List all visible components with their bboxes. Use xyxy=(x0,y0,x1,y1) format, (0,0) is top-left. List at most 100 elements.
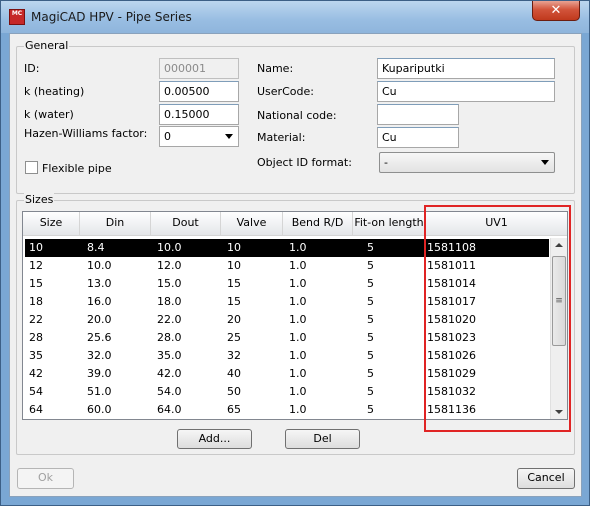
cell-valve: 10 xyxy=(227,259,241,272)
column-header-size[interactable]: Size xyxy=(23,212,80,235)
flexible-pipe-checkbox[interactable] xyxy=(25,161,38,174)
cell-size: 10 xyxy=(29,241,43,254)
cell-din: 8.4 xyxy=(87,241,105,254)
cell-fit-on-length: 5 xyxy=(367,313,374,326)
national-code-label: National code: xyxy=(257,109,337,122)
id-label: ID: xyxy=(24,62,40,75)
k-water-field[interactable]: 0.15000 xyxy=(159,104,239,125)
cell-din: 32.0 xyxy=(87,349,112,362)
object-id-format-value: - xyxy=(384,156,388,169)
national-code-field[interactable] xyxy=(377,104,459,125)
close-button[interactable]: ✕ xyxy=(532,1,580,21)
cell-fit-on-length: 5 xyxy=(367,349,374,362)
cell-size: 42 xyxy=(29,367,43,380)
general-group-label: General xyxy=(24,39,70,52)
dialog-client: General ID: 000001 k (heating) 0.00500 k… xyxy=(9,33,582,497)
cell-fit-on-length: 5 xyxy=(367,385,374,398)
hazen-williams-select[interactable]: 0 xyxy=(159,126,239,147)
cell-bend: 1.0 xyxy=(289,313,307,326)
cell-valve: 25 xyxy=(227,331,241,344)
window-title: MagiCAD HPV - Pipe Series xyxy=(31,10,192,24)
cell-size: 35 xyxy=(29,349,43,362)
material-field[interactable]: Cu xyxy=(377,127,459,148)
chevron-down-icon xyxy=(225,134,233,139)
k-heating-field[interactable]: 0.00500 xyxy=(159,81,239,102)
column-header-dout[interactable]: Dout xyxy=(151,212,221,235)
cell-valve: 20 xyxy=(227,313,241,326)
cell-dout: 22.0 xyxy=(157,313,182,326)
material-label: Material: xyxy=(257,131,306,144)
hazen-williams-value: 0 xyxy=(164,130,171,143)
flexible-pipe-label: Flexible pipe xyxy=(42,162,112,175)
object-id-format-select[interactable]: - xyxy=(379,152,555,173)
dialog-window: MC MagiCAD HPV - Pipe Series ✕ General I… xyxy=(0,0,590,506)
column-header-valve[interactable]: Valve xyxy=(221,212,283,235)
cell-fit-on-length: 5 xyxy=(367,331,374,344)
cell-bend: 1.0 xyxy=(289,277,307,290)
cell-size: 15 xyxy=(29,277,43,290)
name-field[interactable]: Kupariputki xyxy=(377,58,555,79)
cell-fit-on-length: 5 xyxy=(367,403,374,416)
cell-din: 51.0 xyxy=(87,385,112,398)
cancel-button[interactable]: Cancel xyxy=(517,468,575,489)
id-field[interactable]: 000001 xyxy=(159,58,239,79)
cell-bend: 1.0 xyxy=(289,259,307,272)
column-header-fit-on-length[interactable]: Fit-on length xyxy=(353,212,426,235)
k-heating-label: k (heating) xyxy=(24,85,85,98)
cell-size: 64 xyxy=(29,403,43,416)
cell-bend: 1.0 xyxy=(289,295,307,308)
cell-size: 54 xyxy=(29,385,43,398)
cell-valve: 50 xyxy=(227,385,241,398)
cell-dout: 12.0 xyxy=(157,259,182,272)
del-button[interactable]: Del xyxy=(285,429,360,449)
cell-fit-on-length: 5 xyxy=(367,259,374,272)
cell-din: 13.0 xyxy=(87,277,112,290)
cell-bend: 1.0 xyxy=(289,349,307,362)
column-header-din[interactable]: Din xyxy=(80,212,151,235)
cell-dout: 18.0 xyxy=(157,295,182,308)
cell-dout: 10.0 xyxy=(157,241,182,254)
hazen-williams-label: Hazen-Williams factor: xyxy=(24,127,148,140)
cell-fit-on-length: 5 xyxy=(367,367,374,380)
cell-bend: 1.0 xyxy=(289,331,307,344)
usercode-field[interactable]: Cu xyxy=(377,81,555,102)
cell-fit-on-length: 5 xyxy=(367,277,374,290)
name-label: Name: xyxy=(257,62,294,75)
chevron-down-icon xyxy=(541,160,549,165)
cell-size: 28 xyxy=(29,331,43,344)
cell-bend: 1.0 xyxy=(289,385,307,398)
title-bar[interactable]: MC MagiCAD HPV - Pipe Series ✕ xyxy=(1,1,589,33)
add-button[interactable]: Add... xyxy=(177,429,252,449)
cell-dout: 28.0 xyxy=(157,331,182,344)
cell-size: 22 xyxy=(29,313,43,326)
cell-bend: 1.0 xyxy=(289,241,307,254)
cell-valve: 32 xyxy=(227,349,241,362)
cell-fit-on-length: 5 xyxy=(367,241,374,254)
cell-dout: 35.0 xyxy=(157,349,182,362)
cell-valve: 40 xyxy=(227,367,241,380)
object-id-format-label: Object ID format: xyxy=(257,156,352,169)
cell-dout: 64.0 xyxy=(157,403,182,416)
cell-dout: 54.0 xyxy=(157,385,182,398)
magicad-app-icon: MC xyxy=(9,9,25,25)
cell-valve: 15 xyxy=(227,295,241,308)
cell-din: 10.0 xyxy=(87,259,112,272)
cell-din: 20.0 xyxy=(87,313,112,326)
cell-size: 18 xyxy=(29,295,43,308)
cell-din: 60.0 xyxy=(87,403,112,416)
cell-valve: 15 xyxy=(227,277,241,290)
cell-valve: 10 xyxy=(227,241,241,254)
column-header-bend[interactable]: Bend R/D xyxy=(283,212,353,235)
cell-din: 16.0 xyxy=(87,295,112,308)
uv1-column-highlight xyxy=(424,205,571,432)
cell-din: 39.0 xyxy=(87,367,112,380)
cell-bend: 1.0 xyxy=(289,367,307,380)
cell-valve: 65 xyxy=(227,403,241,416)
cell-size: 12 xyxy=(29,259,43,272)
cell-dout: 15.0 xyxy=(157,277,182,290)
usercode-label: UserCode: xyxy=(257,85,314,98)
sizes-group-label: Sizes xyxy=(24,193,55,206)
ok-button[interactable]: Ok xyxy=(17,468,74,489)
cell-bend: 1.0 xyxy=(289,403,307,416)
cell-fit-on-length: 5 xyxy=(367,295,374,308)
